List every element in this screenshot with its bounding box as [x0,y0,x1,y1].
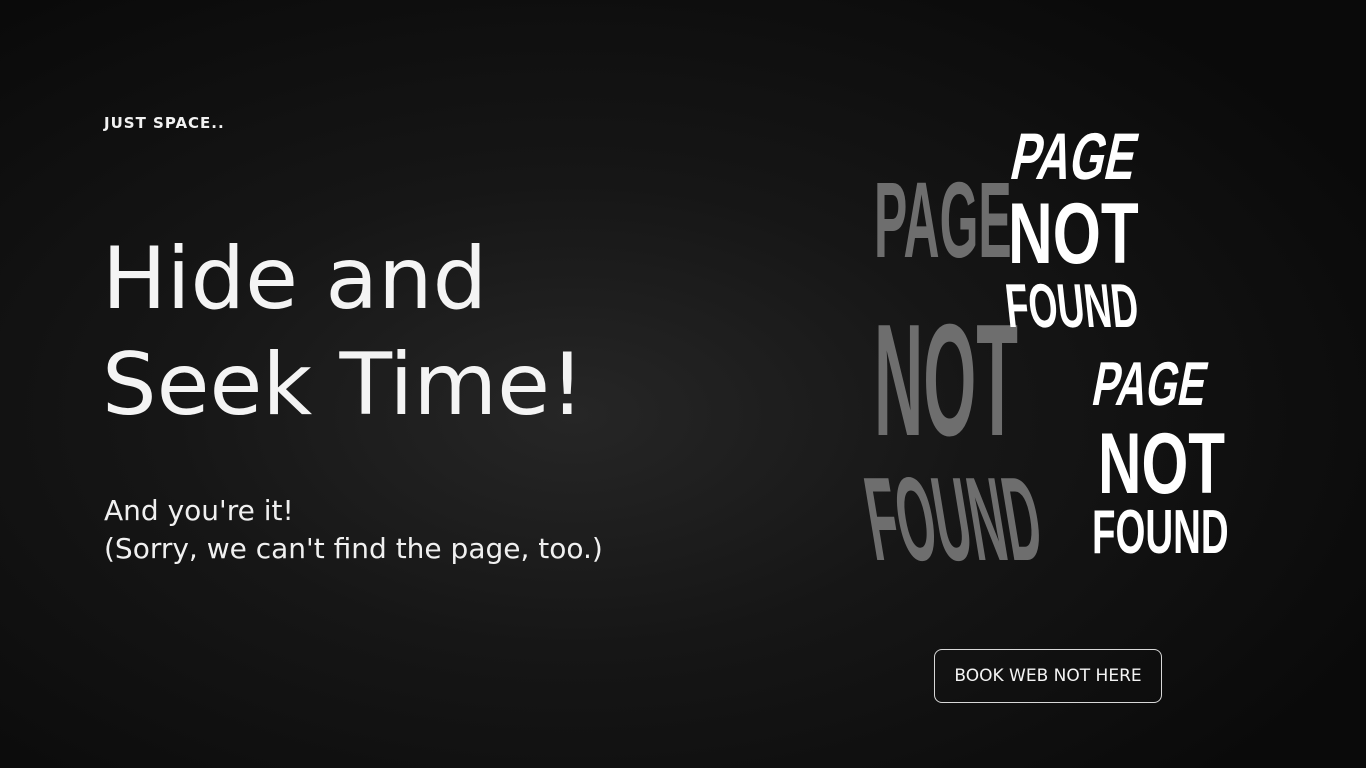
page-title: Hide and Seek Time! [102,226,585,438]
title-line-2: Seek Time! [102,335,585,435]
brand-logo-text: JUST SPACE.. [104,114,225,132]
front2-word-page: PAGE [1087,350,1213,419]
message-line-1: And you're it! [104,494,294,527]
message-line-2: (Sorry, we can't find the page, too.) [104,532,603,565]
front1-word-page: PAGE [1005,120,1145,194]
front1-word-not: NOT [1008,185,1139,281]
front1-word-found: FOUND [1002,271,1142,340]
shadow-word-page: PAGE [874,160,1012,281]
shadow-word-not: NOT [874,291,1018,469]
page-not-found-illustration: PAGE NOT FOUND PAGE NOT FOUND PAGE NOT F… [860,120,1229,575]
title-line-1: Hide and [102,229,488,329]
book-web-button[interactable]: BOOK WEB NOT HERE [934,649,1162,703]
front-text-stack-2: PAGE NOT FOUND [1087,350,1228,566]
front-text-stack-1: PAGE NOT FOUND [1002,120,1145,340]
shadow-word-found: FOUND [860,454,1050,575]
front2-word-found: FOUND [1092,497,1229,567]
error-message: And you're it! (Sorry, we can't find the… [104,492,603,568]
